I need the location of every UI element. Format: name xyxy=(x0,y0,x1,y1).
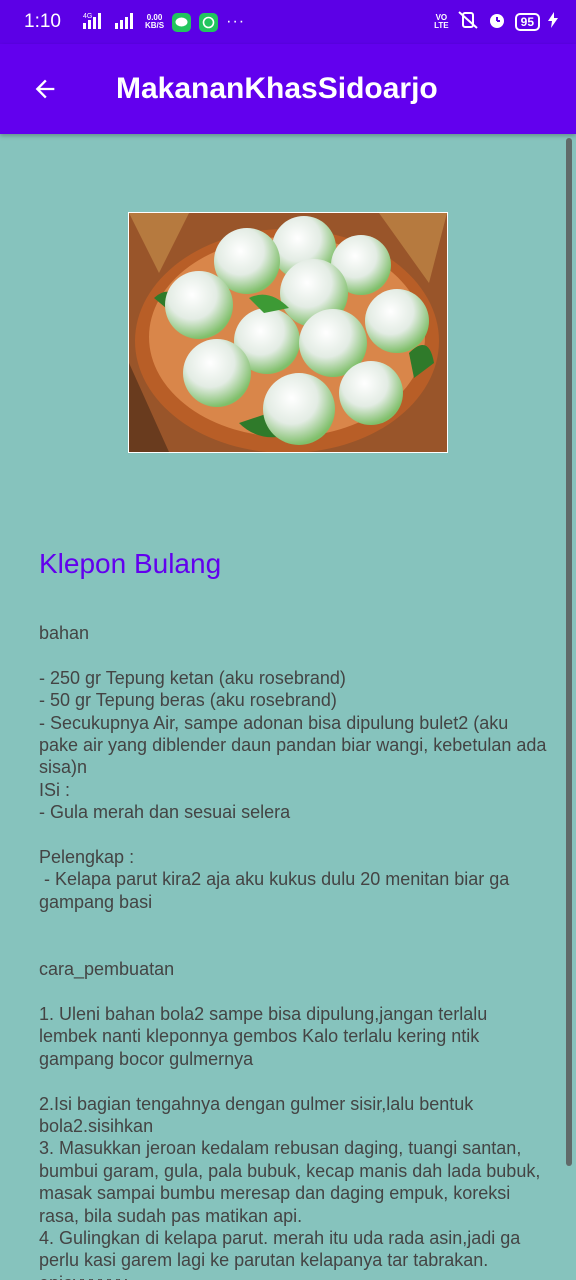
status-bar: 1:10 4G 0.00 KB/S ··· VO LTE 95 xyxy=(0,0,576,44)
recipe-body-text: bahan - 250 gr Tepung ketan (aku rosebra… xyxy=(39,623,547,1280)
more-notifications-icon: ··· xyxy=(226,13,246,30)
recipe-title: Klepon Bulang xyxy=(39,548,222,579)
app-bar: MakananKhasSidoarjo xyxy=(0,44,576,134)
whatsapp-icon xyxy=(199,12,219,32)
recipe-image xyxy=(128,212,448,453)
charging-icon xyxy=(548,11,558,33)
vibrate-off-icon xyxy=(457,10,479,35)
alarm-icon xyxy=(487,10,507,35)
svg-text:4G: 4G xyxy=(83,13,92,20)
signal-icon xyxy=(114,11,137,34)
status-time: 1:10 xyxy=(24,11,61,32)
volte-icon: VO LTE xyxy=(434,14,449,30)
arrow-back-icon xyxy=(35,79,55,99)
scrollbar[interactable] xyxy=(566,138,572,1166)
network-speed: 0.00 KB/S xyxy=(145,14,164,30)
network-speed-unit: KB/S xyxy=(144,21,165,30)
back-button[interactable] xyxy=(0,44,90,134)
volte-bottom: LTE xyxy=(434,21,449,30)
signal-4g-icon: 4G xyxy=(82,11,107,34)
status-left: 1:10 4G 0.00 KB/S ··· xyxy=(24,11,245,34)
app-title: MakananKhasSidoarjo xyxy=(116,72,438,105)
battery-icon: 95 xyxy=(514,13,540,31)
line-app-icon xyxy=(172,12,192,32)
recipe-detail-content[interactable]: Klepon Bulang bahan - 250 gr Tepung keta… xyxy=(0,134,576,1280)
status-right: VO LTE 95 xyxy=(434,10,558,35)
